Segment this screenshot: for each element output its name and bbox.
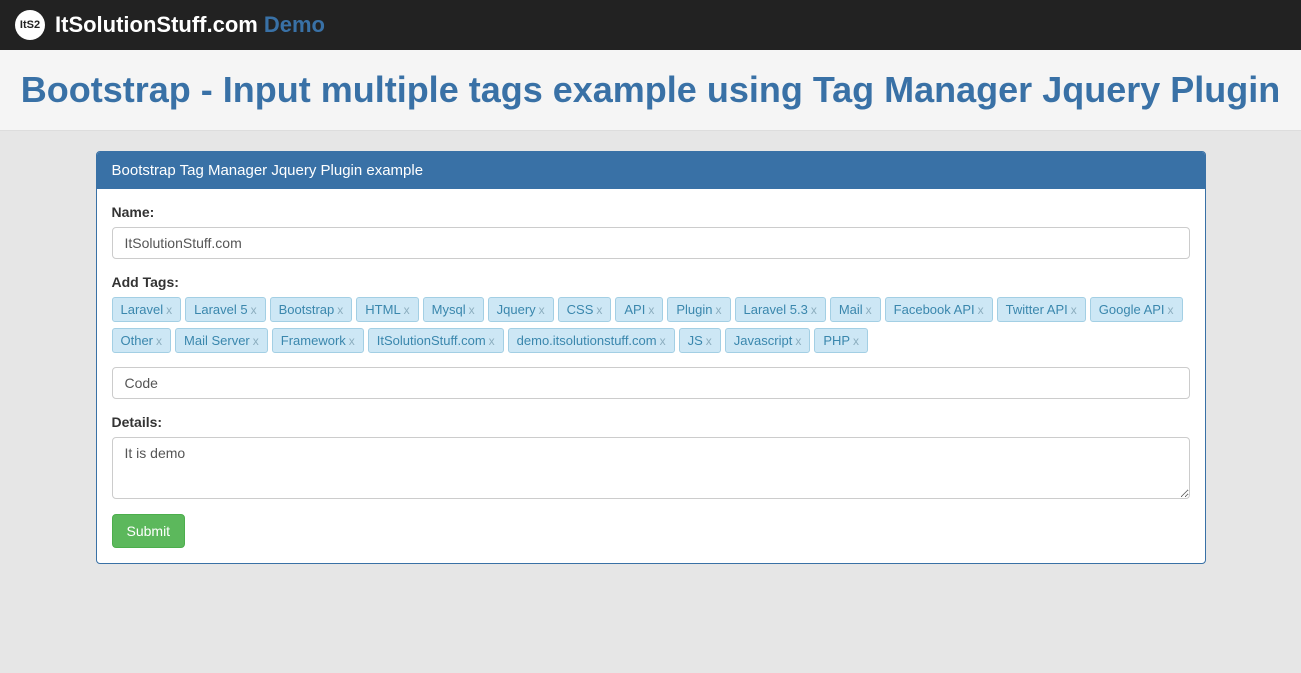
tag-label: Laravel 5 [194,302,247,317]
name-label: Name: [112,204,1190,220]
tag-remove-icon[interactable]: x [596,303,602,317]
tag-item: Mailx [830,297,881,322]
details-textarea[interactable] [112,437,1190,499]
page-header-section: Bootstrap - Input multiple tags example … [0,50,1301,131]
tag-label: Laravel [121,302,164,317]
tag-label: Mail Server [184,333,250,348]
details-label: Details: [112,414,1190,430]
tags-label: Add Tags: [112,274,1190,290]
tags-input[interactable] [112,367,1190,399]
tag-item: Google APIx [1090,297,1183,322]
tag-label: Jquery [497,302,536,317]
tag-remove-icon[interactable]: x [853,334,859,348]
tag-item: Mysqlx [423,297,484,322]
tag-label: Mail [839,302,863,317]
tag-label: JS [688,333,703,348]
tag-label: Twitter API [1006,302,1068,317]
tag-remove-icon[interactable]: x [404,303,410,317]
tag-label: Javascript [734,333,793,348]
tag-remove-icon[interactable]: x [1168,303,1174,317]
brand-name[interactable]: ItSolutionStuff.com [55,12,258,38]
tag-label: ItSolutionStuff.com [377,333,486,348]
name-group: Name: [112,204,1190,259]
tag-item: PHPx [814,328,868,353]
tag-remove-icon[interactable]: x [166,303,172,317]
tag-remove-icon[interactable]: x [866,303,872,317]
tag-item: ItSolutionStuff.comx [368,328,504,353]
main-container: Bootstrap Tag Manager Jquery Plugin exam… [81,131,1221,584]
tag-label: CSS [567,302,594,317]
tags-group: Add Tags: LaravelxLaravel 5xBootstrapxHT… [112,274,1190,399]
tag-remove-icon[interactable]: x [489,334,495,348]
tag-item: Laravel 5.3x [735,297,826,322]
tag-item: Javascriptx [725,328,811,353]
tag-label: Google API [1099,302,1165,317]
tag-label: Plugin [676,302,712,317]
tag-item: Pluginx [667,297,730,322]
tag-item: demo.itsolutionstuff.comx [508,328,675,353]
tag-remove-icon[interactable]: x [795,334,801,348]
tag-remove-icon[interactable]: x [539,303,545,317]
tag-label: Mysql [432,302,466,317]
tag-remove-icon[interactable]: x [349,334,355,348]
submit-button[interactable]: Submit [112,514,186,548]
tag-remove-icon[interactable]: x [253,334,259,348]
tag-item: Facebook APIx [885,297,993,322]
details-group: Details: [112,414,1190,499]
tag-label: Laravel 5.3 [744,302,808,317]
tag-remove-icon[interactable]: x [251,303,257,317]
tag-label: Bootstrap [279,302,335,317]
tag-remove-icon[interactable]: x [811,303,817,317]
tag-label: PHP [823,333,850,348]
form-panel: Bootstrap Tag Manager Jquery Plugin exam… [96,151,1206,564]
tag-item: Otherx [112,328,172,353]
panel-body: Name: Add Tags: LaravelxLaravel 5xBootst… [97,189,1205,563]
tag-item: Mail Serverx [175,328,268,353]
tag-item: Bootstrapx [270,297,353,322]
tag-remove-icon[interactable]: x [660,334,666,348]
tag-remove-icon[interactable]: x [156,334,162,348]
tag-remove-icon[interactable]: x [1071,303,1077,317]
tag-item: Twitter APIx [997,297,1086,322]
tag-remove-icon[interactable]: x [469,303,475,317]
tag-label: HTML [365,302,400,317]
tag-label: API [624,302,645,317]
tag-label: Facebook API [894,302,975,317]
tag-item: CSSx [558,297,612,322]
tag-item: Frameworkx [272,328,364,353]
tag-item: APIx [615,297,663,322]
tag-remove-icon[interactable]: x [648,303,654,317]
tag-remove-icon[interactable]: x [716,303,722,317]
tag-list: LaravelxLaravel 5xBootstrapxHTMLxMysqlxJ… [112,297,1190,359]
tag-label: demo.itsolutionstuff.com [517,333,657,348]
tag-item: Laravel 5 x [185,297,265,322]
tag-remove-icon[interactable]: x [706,334,712,348]
tag-label: Framework [281,333,346,348]
tag-remove-icon[interactable]: x [337,303,343,317]
panel-heading: Bootstrap Tag Manager Jquery Plugin exam… [97,152,1205,189]
tag-item: JSx [679,328,721,353]
site-logo[interactable]: ItS2 [15,10,45,40]
tag-item: HTML x [356,297,418,322]
tag-item: Jqueryx [488,297,554,322]
navbar: ItS2 ItSolutionStuff.com Demo [0,0,1301,50]
tag-remove-icon[interactable]: x [978,303,984,317]
name-input[interactable] [112,227,1190,259]
brand-demo-label: Demo [264,12,325,38]
page-title: Bootstrap - Input multiple tags example … [15,70,1286,110]
tag-item: Laravelx [112,297,182,322]
tag-label: Other [121,333,154,348]
